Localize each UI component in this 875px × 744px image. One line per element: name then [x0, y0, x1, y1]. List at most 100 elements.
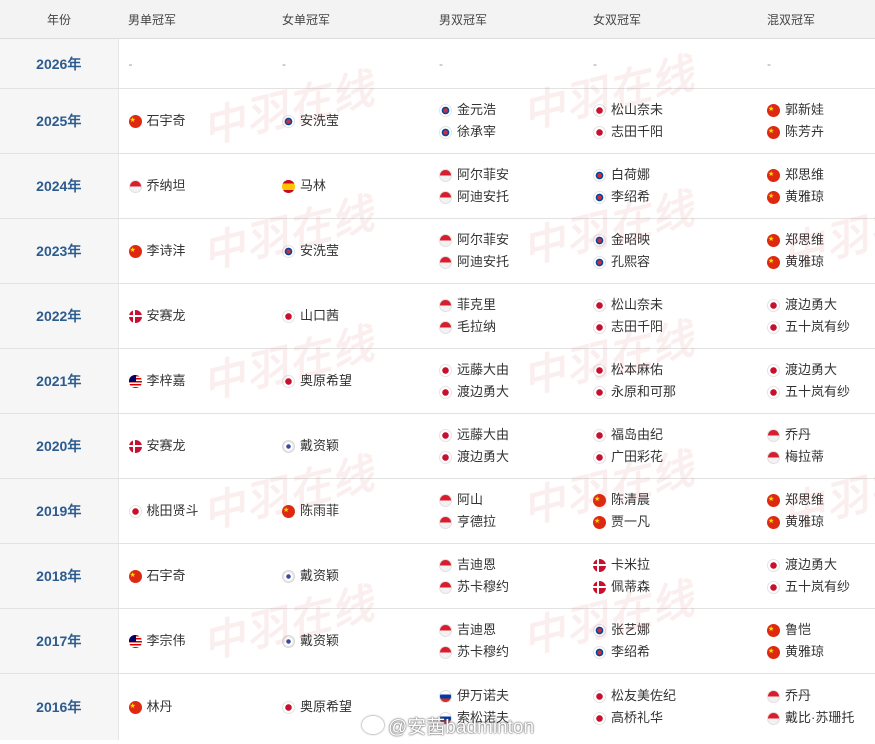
player-name: 渡边勇大 [457, 384, 510, 399]
mens-doubles-cell: 吉迪恩苏卡穆约 [429, 543, 583, 609]
jp-flag-icon [593, 689, 606, 703]
player: 石宇奇 [128, 565, 273, 587]
kr-flag-icon [593, 623, 606, 637]
player: 贾一凡 [593, 511, 757, 533]
womens-doubles-cell: 卡米拉佩蒂森 [583, 543, 757, 609]
player-name: 广田彩花 [611, 449, 664, 464]
id-flag-icon [439, 515, 452, 529]
player: 松山奈未 [593, 99, 757, 121]
cn-flag-icon [282, 500, 295, 522]
player: 李绍希 [593, 186, 757, 208]
player-name: 福岛由纪 [611, 427, 664, 442]
player-name: 陈清晨 [611, 492, 651, 507]
womens-doubles-cell: 松山奈未 志田千阳 [583, 88, 757, 154]
id-flag-icon [439, 233, 452, 247]
player-name: 奥原希望 [300, 699, 353, 714]
jp-flag-icon [282, 309, 295, 323]
year-cell: 2021年 [0, 348, 119, 414]
player-name: 阿山 [457, 492, 484, 507]
player: 志田千阳 [593, 316, 757, 338]
mixed-doubles-cell: 渡边勇大 五十岚有纱 [757, 283, 875, 349]
player-name: 卡米拉 [611, 557, 651, 572]
player: 戴资颖 [282, 435, 429, 457]
player-name: 阿迪安托 [457, 254, 510, 269]
womens-singles-cell: 安洗莹 [272, 88, 429, 154]
cn-flag-icon [593, 489, 606, 511]
ru-flag-icon [439, 689, 452, 703]
mixed-doubles-cell: 渡边勇大 五十岚有纱 [757, 543, 875, 609]
player: 黄雅琼 [767, 186, 875, 208]
womens-singles-cell: 陈雨菲 [272, 478, 429, 544]
player-name: 金昭映 [611, 232, 651, 247]
jp-flag-icon [128, 504, 142, 518]
player: 山口茜 [282, 305, 429, 327]
player-name: 安赛龙 [146, 308, 186, 323]
player-name: 贾一凡 [611, 514, 651, 529]
player-name: 石宇奇 [146, 568, 186, 583]
jp-flag-icon [767, 385, 780, 399]
player-name: 远藤大由 [457, 362, 510, 377]
mixed-doubles-cell: 郭新娃陈芳卉 [757, 88, 875, 154]
player: 林丹 [128, 696, 273, 718]
player: 佩蒂森 [593, 576, 757, 598]
player: 安洗莹 [282, 110, 429, 132]
player-name: 渡边勇大 [785, 362, 838, 377]
kr-flag-icon [593, 233, 606, 247]
header-year: 年份 [0, 0, 118, 39]
player: 菲克里 [439, 294, 583, 316]
weibo-icon [362, 716, 384, 734]
mens-doubles-cell: 阿山 亨德拉 [429, 478, 583, 544]
player-name: 五十岚有纱 [785, 384, 851, 399]
womens-singles-cell: 马林 [272, 153, 429, 219]
player: 渡边勇大 [439, 446, 583, 468]
player: 阿尔菲安 [439, 229, 583, 251]
kr-flag-icon [282, 244, 295, 258]
player: 徐承宰 [439, 121, 583, 143]
player-name: 徐承宰 [457, 124, 497, 139]
jp-flag-icon [767, 558, 780, 572]
player-name: 苏卡穆约 [457, 579, 510, 594]
womens-singles-cell: 戴资颖 [272, 608, 429, 674]
womens-doubles-cell: - [583, 38, 757, 89]
player-name: 郭新娃 [785, 102, 825, 117]
player: 陈雨菲 [282, 500, 429, 522]
id-flag-icon [439, 320, 452, 334]
womens-doubles-cell: 张艺娜 李绍希 [583, 608, 757, 674]
player-name: 渡边勇大 [785, 557, 838, 572]
jp-flag-icon [593, 428, 606, 442]
player-name: 林丹 [146, 699, 173, 714]
player: 戴资颖 [282, 630, 429, 652]
kr-flag-icon [593, 255, 606, 269]
mens-doubles-cell: 菲克里 毛拉纳 [429, 283, 583, 349]
empty-value: - [282, 57, 286, 71]
tp-flag-icon [282, 569, 295, 583]
year-cell: 2017年 [0, 608, 119, 674]
table-body: 2026年-----2025年石宇奇安洗莹金元浩徐承宰松山奈未志田千阳郭新娃陈芳… [0, 38, 875, 740]
womens-singles-cell: 戴资颖 [272, 413, 429, 479]
player: 安洗莹 [282, 240, 429, 262]
jp-flag-icon [282, 700, 295, 714]
weibo-handle: @安茜badminton [388, 716, 535, 738]
player-name: 孔熙容 [611, 254, 651, 269]
player-name: 阿尔菲安 [457, 167, 510, 182]
player: 戴资颖 [282, 565, 429, 587]
player: 奥原希望 [282, 370, 429, 392]
jp-flag-icon [439, 450, 452, 464]
player-name: 安赛龙 [146, 438, 186, 453]
table-row: 2023年李诗沣安洗莹阿尔菲安阿迪安托金昭映孔熙容郑思维黄雅琼 [0, 218, 875, 284]
womens-singles-cell: - [272, 38, 429, 89]
mens-singles-cell: 安赛龙 [118, 283, 272, 349]
es-flag-icon [282, 179, 295, 193]
mens-singles-cell: 石宇奇 [118, 543, 273, 609]
player: 吉迪恩 [439, 554, 583, 576]
table-row: 2024年乔纳坦马林阿尔菲安阿迪安托白荷娜李绍希郑思维黄雅琼 [0, 153, 875, 219]
kr-flag-icon [439, 103, 452, 117]
womens-doubles-cell: 金昭映 孔熙容 [583, 218, 757, 284]
player: 张艺娜 [593, 619, 757, 641]
player: 桃田贤斗 [128, 500, 273, 522]
player: 伊万诺夫 [439, 685, 583, 707]
player: 五十岚有纱 [767, 381, 875, 403]
jp-flag-icon [593, 103, 606, 117]
womens-singles-cell: 奥原希望 [272, 348, 429, 414]
cn-flag-icon [767, 186, 780, 208]
